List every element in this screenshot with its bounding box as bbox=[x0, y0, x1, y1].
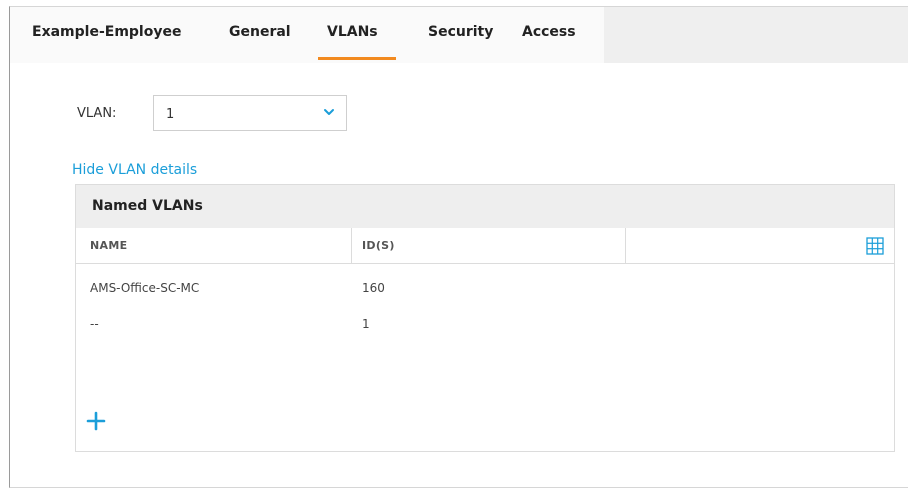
tab-bar: Example-Employee General VLANs Security … bbox=[10, 7, 908, 63]
column-divider bbox=[351, 228, 352, 264]
table-row[interactable]: AMS-Office-SC-MC 160 bbox=[76, 275, 894, 303]
tab-general[interactable]: General bbox=[229, 24, 291, 40]
tab-security[interactable]: Security bbox=[428, 24, 493, 40]
table-row[interactable]: -- 1 bbox=[76, 311, 894, 339]
cell-name: -- bbox=[90, 317, 99, 331]
column-header-ids[interactable]: ID(S) bbox=[362, 239, 395, 252]
panel-header: Named VLANs bbox=[76, 185, 894, 228]
active-tab-indicator bbox=[318, 57, 396, 60]
panel-title: Named VLANs bbox=[92, 198, 203, 214]
column-divider bbox=[625, 228, 626, 264]
tab-vlans[interactable]: VLANs bbox=[327, 24, 378, 40]
cell-ids: 160 bbox=[362, 281, 385, 295]
grid-icon[interactable] bbox=[866, 237, 884, 255]
chevron-down-icon bbox=[324, 109, 334, 115]
tab-access[interactable]: Access bbox=[522, 24, 576, 40]
tab-example-employee[interactable]: Example-Employee bbox=[32, 24, 181, 40]
plus-icon[interactable] bbox=[86, 411, 106, 431]
vlan-label: VLAN: bbox=[77, 106, 117, 121]
vlan-dropdown[interactable]: 1 bbox=[153, 95, 347, 131]
cell-ids: 1 bbox=[362, 317, 370, 331]
cell-name: AMS-Office-SC-MC bbox=[90, 281, 200, 295]
table-header: NAME ID(S) bbox=[76, 228, 894, 264]
vlan-selected-value: 1 bbox=[166, 107, 175, 122]
column-header-name[interactable]: NAME bbox=[90, 239, 127, 252]
vlan-settings-window: Example-Employee General VLANs Security … bbox=[9, 6, 908, 488]
named-vlans-panel: Named VLANs NAME ID(S) AMS-Office-SC-MC … bbox=[75, 184, 895, 452]
hide-vlan-details-link[interactable]: Hide VLAN details bbox=[72, 162, 197, 178]
